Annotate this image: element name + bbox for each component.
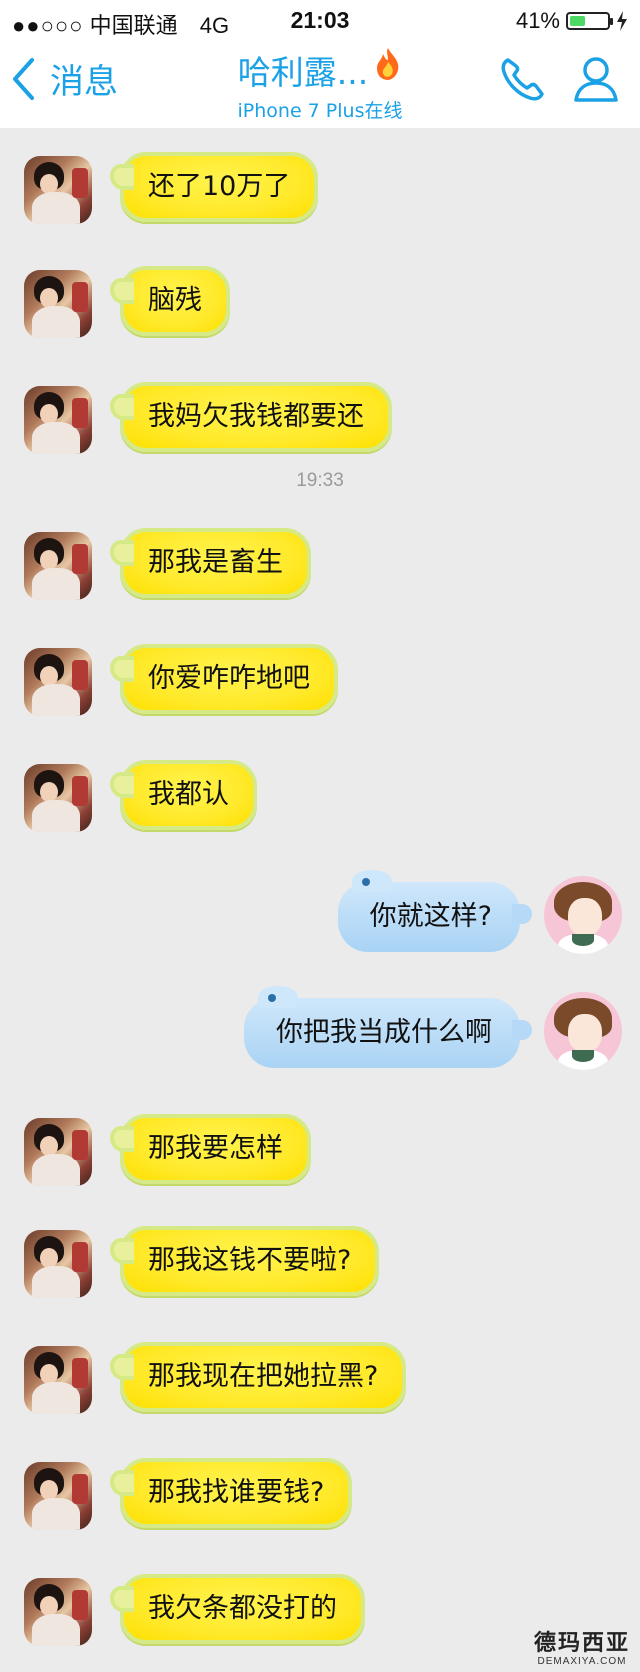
charging-bolt-icon <box>617 11 627 31</box>
incoming-message[interactable]: 你爱咋咋地吧 <box>110 644 338 714</box>
contact-avatar[interactable] <box>24 1118 92 1186</box>
profile-icon <box>574 57 618 102</box>
incoming-message[interactable]: 还了10万了 <box>109 152 319 222</box>
contact-avatar[interactable] <box>24 1230 92 1298</box>
incoming-message[interactable]: 那我这钱不要啦? <box>109 1226 380 1296</box>
incoming-message[interactable]: 那我要怎样 <box>110 1114 311 1184</box>
fire-icon <box>374 46 402 86</box>
contact-avatar[interactable] <box>24 1462 92 1530</box>
my-avatar[interactable] <box>544 992 622 1070</box>
outgoing-message-text: 你就这样? <box>369 901 492 932</box>
contact-avatar[interactable] <box>24 1578 92 1646</box>
contact-avatar[interactable] <box>24 386 92 454</box>
contact-avatar[interactable] <box>24 764 92 832</box>
status-bar: ●●○○○ 中国联通 4G 21:03 41% <box>0 0 640 40</box>
contact-avatar[interactable] <box>24 156 92 224</box>
incoming-message[interactable]: 我妈欠我钱都要还 <box>110 382 392 452</box>
site-watermark: 德玛西亚 DEMAXIYA.COM <box>530 1632 634 1668</box>
incoming-message[interactable]: 我都认 <box>110 760 257 830</box>
chat-header: 消息 哈利露... iPhone 7 Plus在线 <box>0 40 640 128</box>
phone-call-button[interactable] <box>498 54 548 108</box>
outgoing-message[interactable]: 你把我当成什么啊 <box>244 986 532 1068</box>
chat-title: 哈利露... <box>237 53 369 92</box>
outgoing-message-text: 你把我当成什么啊 <box>276 1017 492 1048</box>
incoming-message[interactable]: 我欠条都没打的 <box>110 1574 365 1644</box>
contact-avatar[interactable] <box>24 532 92 600</box>
battery-fill <box>570 16 585 26</box>
status-right: 41% <box>516 8 628 34</box>
my-avatar[interactable] <box>544 876 622 954</box>
incoming-message[interactable]: 那我现在把她拉黑? <box>109 1342 407 1412</box>
incoming-message[interactable]: 那我是畜生 <box>110 528 311 598</box>
watermark-logo-text: 德玛西亚 <box>533 1631 630 1656</box>
watermark-domain: DEMAXIYA.COM <box>537 1656 627 1667</box>
incoming-message[interactable]: 脑残 <box>110 266 230 336</box>
contact-avatar[interactable] <box>24 270 92 338</box>
message-timestamp: 19:33 <box>296 470 344 491</box>
contact-avatar[interactable] <box>24 648 92 716</box>
contact-avatar[interactable] <box>24 1346 92 1414</box>
phone-icon <box>501 58 544 101</box>
battery-icon <box>566 12 613 30</box>
incoming-message[interactable]: 那我找谁要钱? <box>109 1458 353 1528</box>
outgoing-message[interactable]: 你就这样? <box>337 870 533 952</box>
profile-button[interactable] <box>572 54 620 108</box>
battery-percent: 41% <box>515 8 560 33</box>
